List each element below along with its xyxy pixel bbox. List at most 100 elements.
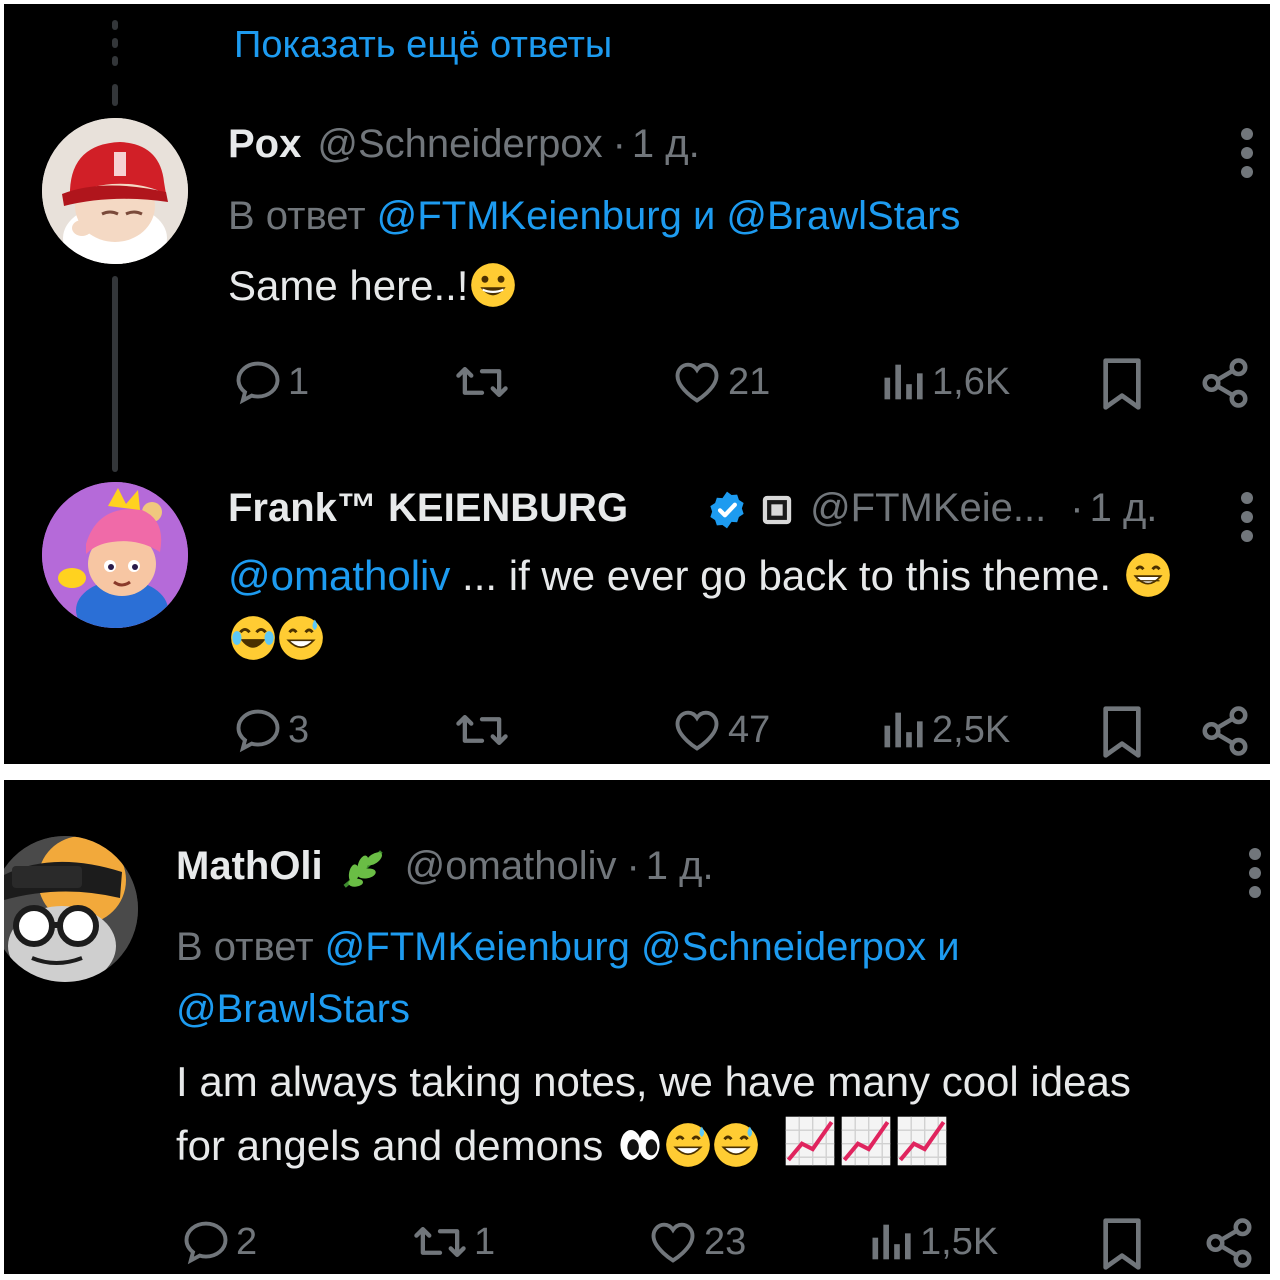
avatar-pox-image (42, 118, 188, 264)
reply-context: В ответ @FTMKeienburg @Schneiderpox и @B… (176, 916, 1236, 1040)
views-count: 2,5K (932, 708, 1011, 751)
verified-badge-icon (706, 486, 748, 531)
reply-conjunction: и (692, 194, 716, 238)
author-handle[interactable]: @FTMKeie... (810, 486, 1046, 531)
chart-increasing-emoji (785, 1116, 834, 1166)
more-icon[interactable] (1248, 848, 1262, 898)
retweet-button[interactable] (452, 704, 516, 756)
bookmark-icon (1103, 358, 1141, 410)
avatar[interactable] (4, 836, 138, 982)
reply-conjunction: и (937, 925, 960, 969)
retweet-icon (456, 366, 508, 397)
reply-icon (236, 709, 280, 753)
like-icon (675, 710, 719, 751)
avatar-frank-image (42, 482, 188, 628)
avatar-matholi-image (4, 836, 138, 982)
thread-dot (112, 56, 118, 66)
tweet-header: Pox @Schneiderpox · 1 д. (228, 122, 700, 167)
plant-icon (337, 844, 389, 890)
affiliate-badge-icon (760, 486, 794, 531)
mention-link[interactable]: @omatholiv (228, 552, 450, 599)
share-icon (1206, 1218, 1252, 1268)
reply-count: 1 (288, 360, 310, 403)
author-name[interactable]: Pox (228, 122, 301, 167)
thread-panel-top: Показать ещё ответы Pox @Schneiderpox · … (4, 4, 1270, 764)
chart-increasing-emoji (897, 1116, 946, 1166)
thread-dot (112, 20, 118, 30)
separator-dot: · (1070, 486, 1084, 530)
author-handle[interactable]: @Schneiderpox (317, 122, 602, 167)
share-icon (1202, 706, 1248, 756)
show-more-replies-link[interactable]: Показать ещё ответы (234, 24, 612, 67)
like-icon (675, 362, 719, 403)
share-icon (1202, 358, 1248, 408)
timestamp[interactable]: 1 д. (632, 122, 700, 167)
reply-button[interactable]: 3 (232, 704, 309, 756)
reply-prefix: В ответ (228, 194, 366, 238)
like-button[interactable]: 47 (670, 704, 770, 756)
sweat-smile-emoji (666, 1123, 710, 1167)
retweet-icon (414, 1227, 466, 1257)
reply-context: В ответ @FTMKeienburg и @BrawlStars (228, 194, 960, 239)
reply-count: 2 (236, 1220, 258, 1263)
reply-count: 3 (288, 708, 310, 751)
tweet-text: I am always taking notes, we have many c… (176, 1050, 1256, 1178)
views-count: 1,6K (932, 360, 1011, 403)
views-button[interactable]: 1,5K (868, 1216, 998, 1268)
like-count: 47 (728, 708, 771, 751)
bookmark-button[interactable] (1098, 704, 1146, 760)
bookmark-icon (1103, 1218, 1141, 1270)
timestamp[interactable]: 1 д. (646, 844, 714, 889)
tweet-text: Same here..! (228, 254, 516, 317)
more-icon[interactable] (1240, 492, 1254, 542)
share-button[interactable] (1198, 356, 1252, 410)
tweet-text-line-1: I am always taking notes, we have many c… (176, 1058, 1131, 1105)
thread-panel-bottom: MathOli @omatholiv · 1 д. В ответ @FTMKe… (4, 780, 1270, 1274)
author-handle[interactable]: @omatholiv (405, 844, 617, 889)
thread-dot (112, 38, 118, 48)
mention-link[interactable]: @Schneiderpox (641, 925, 926, 969)
avatar[interactable] (42, 482, 188, 628)
like-button[interactable]: 21 (670, 356, 770, 408)
reply-icon (236, 361, 280, 405)
laugh-emoji (231, 616, 275, 660)
views-count: 1,5K (920, 1220, 999, 1263)
reply-prefix: В ответ (176, 925, 314, 969)
views-button[interactable]: 2,5K (880, 704, 1010, 756)
avatar[interactable] (42, 118, 188, 264)
like-button[interactable]: 23 (646, 1216, 746, 1268)
thread-line (112, 276, 118, 472)
sweat-smile-emoji (279, 616, 323, 660)
bookmark-button[interactable] (1098, 1216, 1146, 1272)
share-button[interactable] (1198, 704, 1252, 758)
like-count: 21 (728, 360, 771, 403)
retweet-icon (456, 715, 508, 745)
sweat-smile-emoji (714, 1123, 758, 1167)
mention-link[interactable]: @FTMKeienburg (377, 194, 682, 238)
reply-button[interactable]: 1 (232, 356, 309, 408)
more-icon[interactable] (1240, 128, 1254, 178)
mention-link[interactable]: @FTMKeienburg (325, 925, 630, 969)
thread-line (112, 84, 118, 106)
retweet-button[interactable]: 1 (410, 1216, 495, 1268)
views-button[interactable]: 1,6K (880, 356, 1010, 408)
author-name[interactable]: Frank™ KEIENBURG (228, 486, 628, 531)
mention-link[interactable]: @BrawlStars (176, 987, 410, 1031)
like-count: 23 (704, 1220, 747, 1263)
grin-emoji (471, 263, 516, 307)
mention-link[interactable]: @BrawlStars (726, 194, 960, 238)
retweet-count: 1 (474, 1220, 496, 1263)
author-name[interactable]: MathOli (176, 844, 323, 889)
bookmark-button[interactable] (1098, 356, 1146, 412)
share-button[interactable] (1202, 1216, 1256, 1270)
grin-emoji (1125, 553, 1170, 597)
views-icon (884, 364, 923, 400)
separator-dot: · (626, 844, 640, 888)
reply-button[interactable]: 2 (180, 1216, 257, 1268)
retweet-button[interactable] (452, 356, 516, 408)
like-icon (651, 1222, 695, 1263)
timestamp[interactable]: 1 д. (1090, 486, 1158, 531)
tweet-text: @omatholiv ... if we ever go back to thi… (228, 544, 1238, 670)
views-icon (872, 1224, 911, 1260)
reply-icon (184, 1221, 228, 1265)
